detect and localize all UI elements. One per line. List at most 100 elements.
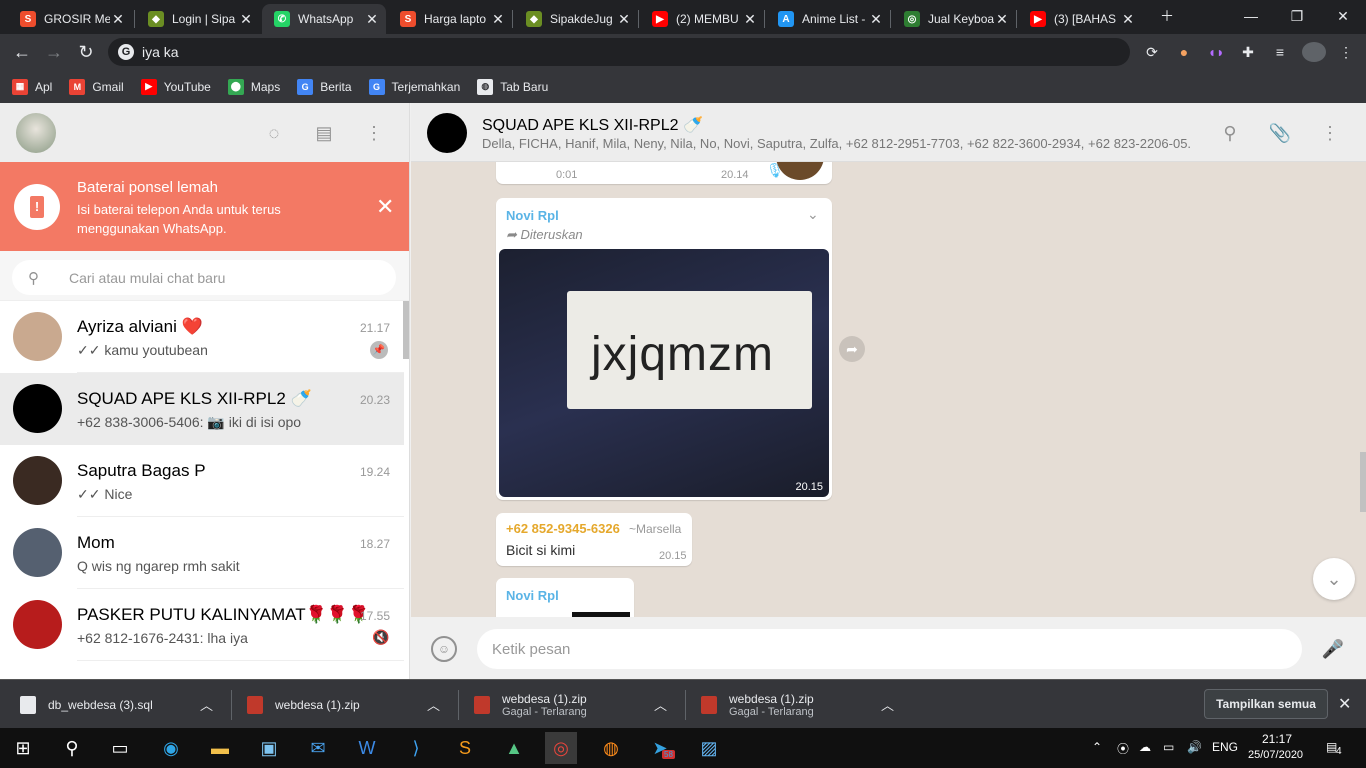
android-studio-icon[interactable]: ▲ xyxy=(498,732,530,764)
tab[interactable]: ✆ WhatsApp ✕ xyxy=(262,4,386,34)
scrollbar[interactable] xyxy=(403,301,409,359)
back-icon[interactable]: ← xyxy=(8,38,36,66)
menu-icon[interactable]: ⋮ xyxy=(1318,121,1342,145)
status-icon[interactable]: ◌ xyxy=(262,121,286,145)
extension-audio-icon[interactable]: ◖◗ xyxy=(1206,42,1226,62)
image-message[interactable]: Novi Rpl xyxy=(496,578,634,617)
bookmark-item[interactable]: ⬤ Maps xyxy=(227,78,280,95)
extension-icon[interactable]: ● xyxy=(1174,42,1194,62)
profile-icon[interactable] xyxy=(1302,42,1326,62)
reload-icon[interactable]: ↻ xyxy=(72,38,100,66)
close-window-button[interactable]: ✕ xyxy=(1320,0,1366,32)
download-item[interactable]: webdesa (1).zip Gagal - Terlarang ︿ xyxy=(701,680,911,729)
tab[interactable]: ▶ (2) MEMBU ✕ xyxy=(640,4,764,34)
message-image[interactable]: jxjqmzm 20.15 xyxy=(499,249,829,497)
tab[interactable]: ▶ (3) [BAHAS ✕ xyxy=(1018,4,1142,34)
mic-icon[interactable]: 🎤 xyxy=(1322,636,1344,662)
chat-list-item[interactable]: SQUAD APE KLS XII-RPL2 🍼 +62 838-3006-540… xyxy=(0,373,404,445)
chat-list-item[interactable]: PASKER PUTU KALINYAMAT🌹🌹🌹 +62 812-1676-24… xyxy=(0,589,404,661)
message-input[interactable]: Ketik pesan xyxy=(477,629,1302,669)
file-explorer-icon[interactable]: ▬ xyxy=(204,732,236,764)
new-tab-button[interactable]: ＋ xyxy=(1144,0,1190,32)
sync-icon[interactable]: ⟳ xyxy=(1142,42,1162,62)
chat-list-item[interactable]: Ayriza alviani ❤️ ✓✓ kamu youtubean 21.17 📌 xyxy=(0,301,404,373)
tab-close-icon[interactable]: ✕ xyxy=(238,11,254,28)
message-sender[interactable]: Novi Rpl xyxy=(506,208,559,223)
conversation-header[interactable]: SQUAD APE KLS XII-RPL2 🍼 Della, FICHA, H… xyxy=(411,103,1366,162)
search-icon[interactable]: ⚲ xyxy=(1218,121,1242,145)
scroll-down-button[interactable]: ⌄ xyxy=(1313,558,1355,600)
download-item[interactable]: db_webdesa (3).sql ︿ xyxy=(20,680,230,729)
media-control-icon[interactable]: ≡ xyxy=(1270,42,1290,62)
tab-close-icon[interactable]: ✕ xyxy=(490,11,506,28)
emoji-icon[interactable]: ☺ xyxy=(431,636,457,662)
bookmark-item[interactable]: ▦ Apl xyxy=(12,78,52,95)
chat-list-item[interactable]: Saputra Bagas P ✓✓ Nice 19.24 xyxy=(0,445,404,517)
message-sender[interactable]: Novi Rpl xyxy=(506,588,559,603)
firefox-icon[interactable]: ◍ xyxy=(595,732,627,764)
battery-icon[interactable]: ▭ xyxy=(1163,740,1174,754)
bookmark-item[interactable]: G Terjemahkan xyxy=(368,78,460,95)
tab[interactable]: ◆ Login | Sipa ✕ xyxy=(136,4,260,34)
scrollbar[interactable] xyxy=(1360,452,1366,512)
volume-icon[interactable]: 🔊 xyxy=(1187,740,1202,754)
tab-close-icon[interactable]: ✕ xyxy=(868,11,884,28)
tab-close-icon[interactable]: ✕ xyxy=(616,11,632,28)
onedrive-icon[interactable]: ☁ xyxy=(1139,740,1151,754)
chevron-up-icon[interactable]: ︿ xyxy=(200,695,213,714)
bookmark-item[interactable]: ◍ Tab Baru xyxy=(477,78,548,95)
telegram-icon[interactable]: ➤ 58 xyxy=(644,732,676,764)
tab-close-icon[interactable]: ✕ xyxy=(110,11,126,28)
tab[interactable]: ◆ SipakdeJug ✕ xyxy=(514,4,638,34)
chevron-up-icon[interactable]: ︿ xyxy=(881,695,894,714)
avatar[interactable] xyxy=(16,113,56,153)
tab-close-icon[interactable]: ✕ xyxy=(994,11,1010,28)
sublime-icon[interactable]: S xyxy=(449,732,481,764)
download-item[interactable]: webdesa (1).zip ︿ xyxy=(247,680,457,729)
new-chat-icon[interactable]: ▤ xyxy=(312,121,336,145)
edge-icon[interactable]: ◉ xyxy=(155,732,187,764)
close-icon[interactable]: ✕ xyxy=(376,194,394,220)
tab[interactable]: S Harga lapto ✕ xyxy=(388,4,512,34)
windows-start-icon[interactable]: ⊞ xyxy=(7,732,39,764)
download-item[interactable]: webdesa (1).zip Gagal - Terlarang ︿ xyxy=(474,680,684,729)
chevron-up-icon[interactable]: ︿ xyxy=(427,695,440,714)
tab-close-icon[interactable]: ✕ xyxy=(364,11,380,28)
chevron-down-icon[interactable]: ⌄ xyxy=(807,206,819,223)
tab-close-icon[interactable]: ✕ xyxy=(742,11,758,28)
group-avatar[interactable] xyxy=(427,113,467,153)
chat-list-item[interactable]: Mom Q wis ng ngarep rmh sakit 18.27 xyxy=(0,517,404,589)
address-bar[interactable]: G iya ka xyxy=(108,38,1130,66)
task-view-icon[interactable]: ▭ xyxy=(104,732,136,764)
bookmark-item[interactable]: M Gmail xyxy=(69,78,124,95)
show-hidden-icons[interactable]: ⌃ xyxy=(1092,740,1102,754)
clock-time[interactable]: 21:17 xyxy=(1262,732,1292,746)
attach-icon[interactable]: 📎 xyxy=(1268,121,1292,145)
minimize-button[interactable]: — xyxy=(1228,0,1274,32)
network-icon[interactable]: ⦿ xyxy=(1117,740,1129,757)
maximize-button[interactable]: ❐ xyxy=(1274,0,1320,32)
clock-date[interactable]: 25/07/2020 xyxy=(1248,749,1303,761)
tab[interactable]: ◎ Jual Keyboa ✕ xyxy=(892,4,1016,34)
forward-icon[interactable]: ➦ xyxy=(839,336,865,362)
tab[interactable]: A Anime List - ✕ xyxy=(766,4,890,34)
wps-icon[interactable]: W xyxy=(351,732,383,764)
store-icon[interactable]: ▣ xyxy=(253,732,285,764)
chevron-up-icon[interactable]: ︿ xyxy=(654,695,667,714)
forward-icon[interactable]: → xyxy=(40,38,68,66)
bookmark-item[interactable]: G Berita xyxy=(297,78,352,95)
bookmark-item[interactable]: ▶ YouTube xyxy=(140,78,211,95)
vscode-icon[interactable]: ⟩ xyxy=(400,732,432,764)
photos-icon[interactable]: ▨ xyxy=(693,732,725,764)
search-icon[interactable]: ⚲ xyxy=(56,732,88,764)
tab[interactable]: S GROSIR Me ✕ xyxy=(8,4,132,34)
menu-icon[interactable]: ⋮ xyxy=(1336,42,1356,62)
chrome-icon[interactable]: ◎ xyxy=(545,732,577,764)
close-icon[interactable]: ✕ xyxy=(1338,694,1351,714)
message-sender[interactable]: +62 852-9345-6326 xyxy=(506,521,620,536)
menu-icon[interactable]: ⋮ xyxy=(362,121,386,145)
show-all-downloads-button[interactable]: Tampilkan semua xyxy=(1204,689,1328,719)
extensions-puzzle-icon[interactable]: ✚ xyxy=(1238,42,1258,62)
mail-icon[interactable]: ✉ xyxy=(302,732,334,764)
language-indicator[interactable]: ENG xyxy=(1212,740,1238,754)
